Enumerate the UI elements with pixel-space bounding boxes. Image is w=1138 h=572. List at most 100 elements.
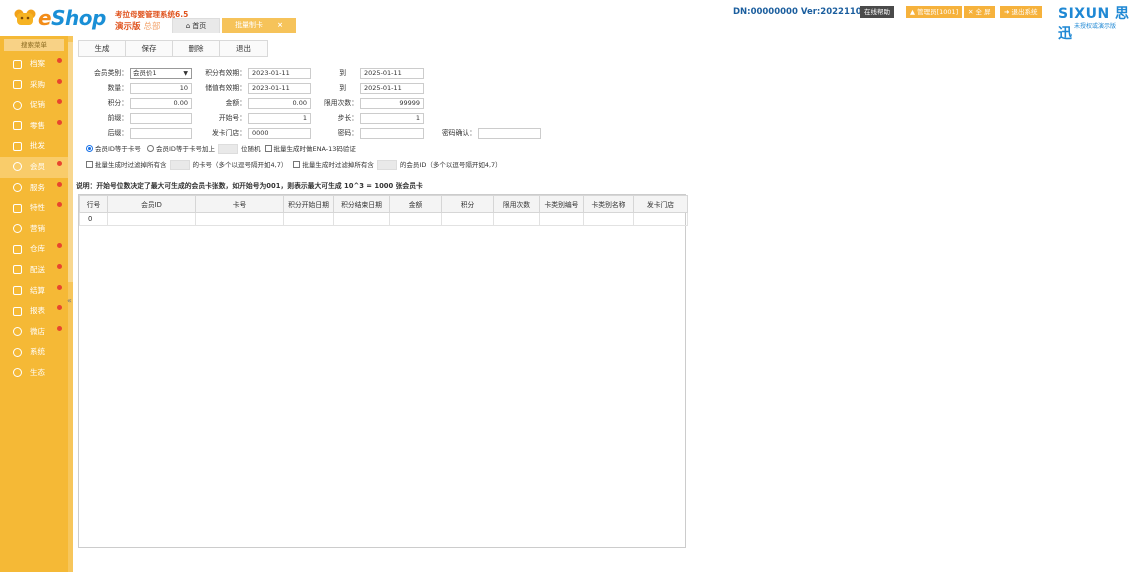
settlement-icon <box>13 286 22 296</box>
table-cell[interactable] <box>195 212 284 226</box>
sidebar-item-marketing[interactable]: 营销 <box>0 219 68 240</box>
column-header[interactable]: 发卡门店 <box>633 195 688 213</box>
checkbox-icon <box>86 160 93 168</box>
prefix-input[interactable] <box>130 113 192 124</box>
promo-icon <box>13 100 22 110</box>
chevron-down-icon: ▼ <box>183 70 188 77</box>
ean-check-checkbox[interactable]: 批量生成时做ENA-13码验证 <box>264 144 356 153</box>
sidebar-nav: 档案 采购 促销 零售 批发 会员 服务 特性 营销 仓库 配送 结算 报表 微… <box>0 54 68 384</box>
sidebar-item-warehouse[interactable]: 仓库 <box>0 239 68 260</box>
table-row[interactable]: 0 <box>79 212 688 226</box>
points-valid-to-input[interactable]: 2025-01-11 <box>360 68 424 79</box>
exit-system-button[interactable]: ➜ 退出系统 <box>1000 6 1042 18</box>
table-cell[interactable] <box>333 212 390 226</box>
tab-home[interactable]: ⌂ 首页 <box>172 18 220 33</box>
points-input[interactable]: 0.00 <box>130 98 192 109</box>
delete-button[interactable]: 删除 <box>173 41 220 56</box>
exit-button[interactable]: 退出 <box>220 41 267 56</box>
search-menu-button[interactable]: 搜索菜单 <box>4 39 64 51</box>
sidebar-item-system[interactable]: 系统 <box>0 342 68 363</box>
prefix-label: 前缀： <box>107 114 128 122</box>
password-confirm-input[interactable] <box>478 128 541 139</box>
random-digits-label: 位随机 <box>240 145 261 153</box>
limit-uses-input[interactable]: 99999 <box>360 98 424 109</box>
save-button[interactable]: 保存 <box>126 41 173 56</box>
table-cell[interactable] <box>107 212 196 226</box>
points-valid-from-input[interactable]: 2023-01-11 <box>248 68 311 79</box>
sidebar: 搜索菜单 档案 采购 促销 零售 批发 会员 服务 特性 营销 仓库 配送 结算… <box>0 36 68 572</box>
wholesale-icon <box>13 141 22 151</box>
password-confirm-label: 密码确认： <box>442 129 476 137</box>
tab-batch-card[interactable]: 批量制卡 × <box>222 18 296 33</box>
sidebar-item-wholesale[interactable]: 批发 <box>0 136 68 157</box>
column-header[interactable]: 卡号 <box>195 195 284 213</box>
table-cell[interactable] <box>633 212 688 226</box>
fullscreen-button[interactable]: ✕ 全 屏 <box>964 6 995 18</box>
online-help-button[interactable]: 在线帮助 <box>860 6 894 18</box>
filter-card-input[interactable] <box>169 160 190 170</box>
card-table: 行号 会员ID 卡号 积分开始日期 积分结束日期 金额 积分 限用次数 卡类别编… <box>79 195 688 226</box>
table-cell[interactable] <box>539 212 584 226</box>
quantity-input[interactable]: 10 <box>130 83 192 94</box>
sidebar-item-service[interactable]: 服务 <box>0 178 68 199</box>
issue-store-input[interactable]: 0000 <box>248 128 311 139</box>
member-type-select[interactable]: 会员价1 ▼ <box>130 68 192 79</box>
radio-checked-icon <box>86 144 93 152</box>
sidebar-item-feature[interactable]: 特性 <box>0 198 68 219</box>
table-cell[interactable] <box>441 212 494 226</box>
sidebar-item-delivery[interactable]: 配送 <box>0 260 68 281</box>
password-input[interactable] <box>360 128 424 139</box>
table-cell[interactable]: 0 <box>79 212 108 226</box>
stored-valid-to-input[interactable]: 2025-01-11 <box>360 83 424 94</box>
app-logo: eShop <box>38 6 106 30</box>
column-header[interactable]: 金额 <box>389 195 442 213</box>
filter-card-checkbox[interactable]: 批量生成时过滤掉所有含 <box>86 160 167 169</box>
generate-button[interactable]: 生成 <box>79 41 126 56</box>
sidebar-item-settlement[interactable]: 结算 <box>0 281 68 302</box>
sidebar-item-promotion[interactable]: 促销 <box>0 95 68 116</box>
toolbar: 生成 保存 删除 退出 <box>78 40 268 57</box>
admin-button[interactable]: ▲ 管理员[1001] <box>906 6 963 18</box>
amount-input[interactable]: 0.00 <box>248 98 311 109</box>
sidebar-item-purchase[interactable]: 采购 <box>0 75 68 96</box>
points-valid-label: 积分有效期： <box>205 69 246 77</box>
scrollbar-thumb[interactable] <box>68 42 73 282</box>
cart-icon <box>13 80 22 90</box>
column-header[interactable]: 限用次数 <box>493 195 540 213</box>
column-header[interactable]: 积分 <box>441 195 494 213</box>
stored-valid-from-input[interactable]: 2023-01-11 <box>248 83 311 94</box>
column-header[interactable]: 卡类别编号 <box>539 195 584 213</box>
close-icon[interactable]: × <box>277 21 283 29</box>
sidebar-item-member[interactable]: 会员 <box>0 156 68 178</box>
sidebar-item-ecology[interactable]: 生态 <box>0 363 68 384</box>
table-cell[interactable] <box>583 212 634 226</box>
step-input[interactable]: 1 <box>360 113 424 124</box>
start-no-input[interactable]: 1 <box>248 113 311 124</box>
column-header[interactable]: 会员ID <box>107 195 196 213</box>
column-header[interactable]: 行号 <box>79 195 108 213</box>
random-digits-input[interactable] <box>217 144 238 154</box>
filter-options: 批量生成时过滤掉所有含 的卡号（多个以逗号隔开如4,7） 批量生成时过滤掉所有含的… <box>86 160 502 171</box>
sidebar-item-report[interactable]: 报表 <box>0 301 68 322</box>
column-header[interactable]: 积分结束日期 <box>333 195 390 213</box>
radio-id-equals-card[interactable]: 会员ID等于卡号 <box>86 144 141 153</box>
license-status: 未授权或演示版 <box>1074 23 1117 30</box>
sidebar-item-wechat-store[interactable]: 微店 <box>0 322 68 343</box>
table-cell[interactable] <box>389 212 442 226</box>
issue-store-label: 发卡门店： <box>212 129 246 137</box>
member-icon <box>13 162 22 172</box>
table-cell[interactable] <box>283 212 334 226</box>
sidebar-item-retail[interactable]: 零售 <box>0 116 68 137</box>
radio-id-card-plus[interactable]: 会员ID等于卡号加上 <box>147 144 215 153</box>
filter-id-input[interactable] <box>376 160 397 170</box>
table-cell[interactable] <box>493 212 540 226</box>
filter-id-checkbox[interactable]: 批量生成时过滤掉所有含 <box>293 160 374 169</box>
collapse-sidebar-icon[interactable]: « <box>67 296 72 305</box>
suffix-input[interactable] <box>130 128 192 139</box>
column-header[interactable]: 积分开始日期 <box>283 195 334 213</box>
warehouse-icon <box>13 244 22 254</box>
stored-valid-label: 储值有效期： <box>205 84 246 92</box>
system-icon <box>13 347 22 357</box>
column-header[interactable]: 卡类别名称 <box>583 195 634 213</box>
sidebar-item-archive[interactable]: 档案 <box>0 54 68 75</box>
